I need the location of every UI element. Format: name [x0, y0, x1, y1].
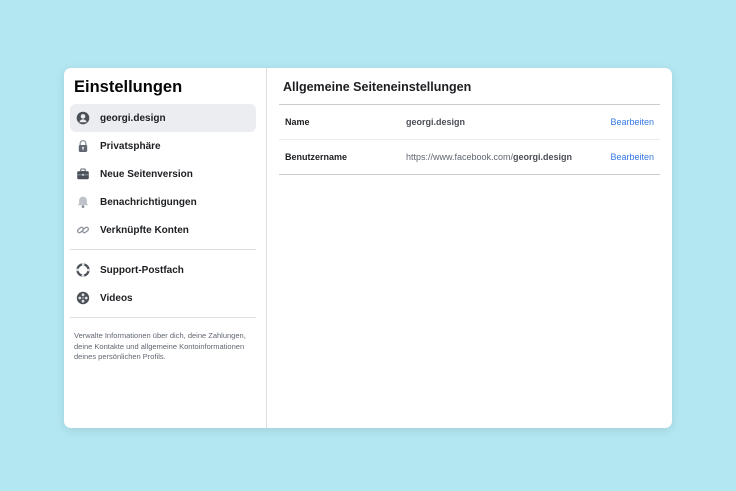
settings-row-name: Name georgi.design Bearbeiten [279, 105, 660, 140]
sidebar-item-notifications[interactable]: Benachrichtigungen [70, 188, 256, 216]
settings-row-username: Benutzername https://www.facebook.com/ge… [279, 140, 660, 175]
row-label: Benutzername [285, 152, 348, 162]
profile-icon [76, 111, 90, 125]
row-value: https://www.facebook.com/georgi.design [406, 152, 610, 162]
sidebar: Einstellungen georgi.design Privatsphäre… [64, 68, 267, 428]
sidebar-divider [70, 249, 256, 250]
page-title: Allgemeine Seiteneinstellungen [279, 68, 660, 105]
briefcase-icon [76, 167, 90, 181]
sidebar-item-label: georgi.design [100, 112, 166, 124]
main-content: Allgemeine Seiteneinstellungen Name geor… [267, 68, 672, 428]
lifebuoy-icon [76, 263, 90, 277]
sidebar-title: Einstellungen [74, 78, 183, 96]
settings-window: Einstellungen georgi.design Privatsphäre… [64, 68, 672, 428]
sidebar-item-label: Privatsphäre [100, 140, 161, 152]
bell-icon [76, 195, 90, 209]
sidebar-menu-secondary: Support-Postfach Videos [70, 256, 256, 312]
sidebar-item-linked-accounts[interactable]: Verknüpfte Konten [70, 216, 256, 244]
sidebar-item-label: Benachrichtigungen [100, 196, 197, 208]
row-value-bold: georgi.design [513, 152, 573, 162]
edit-name-link[interactable]: Bearbeiten [610, 117, 654, 127]
sidebar-item-privacy[interactable]: Privatsphäre [70, 132, 256, 160]
sidebar-item-label: Verknüpfte Konten [100, 224, 189, 236]
link-icon [76, 223, 90, 237]
lock-icon [76, 139, 90, 153]
sidebar-item-label: Videos [100, 292, 133, 304]
row-value-bold: georgi.design [406, 117, 466, 127]
sidebar-item-label: Neue Seitenversion [100, 168, 193, 180]
sidebar-divider [70, 317, 256, 318]
sidebar-item-label: Support-Postfach [100, 264, 184, 276]
row-label: Name [285, 117, 310, 127]
film-reel-icon [76, 291, 90, 305]
settings-table: Name georgi.design Bearbeiten Benutzerna… [279, 105, 660, 175]
sidebar-menu: georgi.design Privatsphäre Neue Seitenve… [70, 104, 256, 244]
sidebar-description: Verwalte Informationen über dich, deine … [74, 331, 246, 361]
sidebar-item-profile[interactable]: georgi.design [70, 104, 256, 132]
sidebar-item-new-page-version[interactable]: Neue Seitenversion [70, 160, 256, 188]
row-value-prefix: https://www.facebook.com/ [406, 152, 514, 162]
edit-username-link[interactable]: Bearbeiten [610, 152, 654, 162]
sidebar-item-videos[interactable]: Videos [70, 284, 256, 312]
sidebar-item-support-inbox[interactable]: Support-Postfach [70, 256, 256, 284]
row-value: georgi.design [406, 117, 610, 127]
